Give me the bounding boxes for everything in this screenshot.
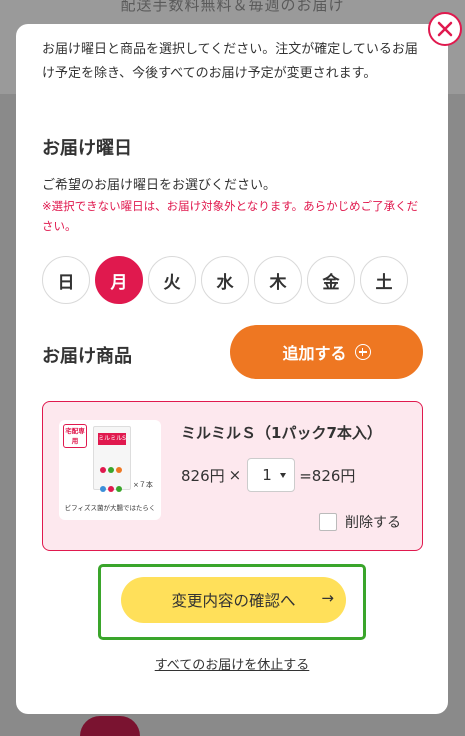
product-card: 宅配専用 ミルミルS ×７本 ビフィズス菌が大腸ではたらく ミルミルＳ（1パック… [42, 401, 423, 551]
price-row: 826円 × 1 =826円 [181, 458, 355, 492]
day-button-thursday[interactable]: 木 [254, 256, 302, 304]
confirm-button-label: 変更内容の確認へ [171, 592, 296, 610]
delivery-only-badge: 宅配専用 [63, 424, 87, 448]
day-button-sunday[interactable]: 日 [42, 256, 90, 304]
pack-count: ×７本 [133, 481, 153, 489]
product-name: ミルミルＳ（1パック7本入） [181, 424, 382, 442]
pack-label: ミルミルS [98, 433, 126, 445]
delivery-day-hint: ご希望のお届け曜日をお選びください。 [42, 178, 277, 193]
day-button-tuesday[interactable]: 火 [148, 256, 196, 304]
background-tab [80, 716, 140, 736]
arrow-right-icon: → [321, 589, 334, 607]
caret-down-icon [280, 472, 287, 478]
times-sign: × [228, 466, 242, 484]
pack-dots [99, 459, 125, 497]
day-selector: 日 月 火 水 木 金 土 [42, 256, 408, 304]
day-button-friday[interactable]: 金 [307, 256, 355, 304]
confirm-changes-button[interactable]: 変更内容の確認へ → [121, 577, 346, 623]
quantity-select[interactable]: 1 [247, 458, 296, 492]
products-title: お届け商品 [42, 346, 132, 367]
plus-circle-icon [354, 344, 371, 360]
background-header-text: 配送手数料無料＆毎週のお届け [120, 0, 345, 14]
delete-label: 削除する [345, 515, 401, 531]
delete-row: 削除する [319, 512, 401, 532]
delivery-day-title: お届け曜日 [42, 138, 132, 159]
day-button-saturday[interactable]: 土 [360, 256, 408, 304]
image-caption: ビフィズス菌が大腸ではたらく [64, 504, 156, 512]
day-button-monday[interactable]: 月 [95, 256, 143, 304]
suspend-all-deliveries-link[interactable]: すべてのお届けを休止する [16, 654, 448, 673]
product-pack-illustration: ミルミルS [93, 426, 131, 492]
quantity-value: 1 [262, 466, 272, 484]
delete-checkbox[interactable] [319, 513, 337, 531]
add-button-label: 追加する [282, 344, 347, 363]
day-button-wednesday[interactable]: 水 [201, 256, 249, 304]
total-price: =826円 [299, 466, 356, 485]
product-image: 宅配専用 ミルミルS ×７本 ビフィズス菌が大腸ではたらく [59, 420, 161, 520]
add-product-button[interactable]: 追加する [230, 325, 423, 379]
intro-text: お届け曜日と商品を選択してください。注文が確定しているお届け予定を除き、今後すべ… [42, 42, 418, 81]
close-icon[interactable] [428, 12, 462, 46]
delivery-day-warning: ※選択できない曜日は、お届け対象外となります。あらかじめご了承ください。 [42, 199, 419, 233]
unit-price: 826円 [181, 466, 225, 485]
delivery-change-modal: お届け曜日と商品を選択してください。注文が確定しているお届け予定を除き、今後すべ… [16, 24, 448, 714]
